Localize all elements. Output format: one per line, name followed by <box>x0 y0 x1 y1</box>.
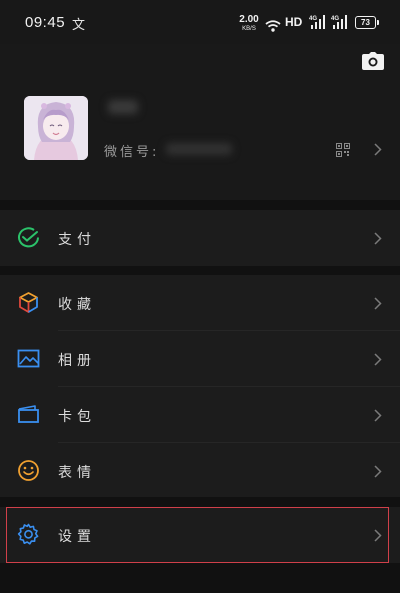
menu-item-pay[interactable]: 支付 <box>0 210 400 266</box>
chevron-right-icon <box>374 409 382 422</box>
camera-icon[interactable] <box>362 52 384 70</box>
hd-voice-indicator: HD <box>285 15 303 29</box>
status-bar: 09:45 文 2.00 KB/S HD 4G 4G 73 <box>0 0 400 44</box>
wechat-id-label: 微信号: <box>104 145 160 160</box>
wechat-id-redacted <box>166 143 232 155</box>
network-speed-unit: KB/S <box>242 26 256 32</box>
chevron-right-icon <box>374 143 382 156</box>
cube-icon <box>17 291 40 314</box>
image-icon <box>17 347 40 370</box>
features-section: 收藏 相册 卡包 表情 <box>0 275 400 497</box>
nickname-redacted <box>108 100 138 114</box>
settings-highlight-box <box>6 507 389 563</box>
signal-icon: 4G <box>309 14 327 34</box>
signal-icon: 4G <box>331 14 349 34</box>
wifi-icon <box>265 17 281 36</box>
signal1-label: 4G <box>309 16 317 22</box>
chevron-right-icon <box>374 297 382 310</box>
qr-code-icon[interactable] <box>336 142 350 157</box>
signal2-label: 4G <box>331 16 339 22</box>
chevron-right-icon <box>374 353 382 366</box>
avatar[interactable] <box>24 96 88 160</box>
menu-item-cards[interactable]: 卡包 <box>0 387 400 443</box>
battery-icon: 73 <box>355 16 379 29</box>
network-speed-value: 2.00 <box>239 14 259 25</box>
menu-item-favorites[interactable]: 收藏 <box>0 275 400 331</box>
chevron-right-icon <box>374 465 382 478</box>
wechat-pay-icon <box>17 226 40 249</box>
notification-app-icon: 文 <box>72 18 86 33</box>
status-time: 09:45 <box>25 14 66 31</box>
menu-item-label: 卡包 <box>58 409 96 425</box>
wallet-icon <box>17 403 40 426</box>
menu-item-stickers[interactable]: 表情 <box>0 443 400 499</box>
menu-item-label: 收藏 <box>58 297 96 313</box>
smile-icon <box>17 459 40 482</box>
menu-item-album[interactable]: 相册 <box>0 331 400 387</box>
menu-item-label: 支付 <box>58 232 96 248</box>
menu-item-label: 相册 <box>58 353 96 369</box>
network-speed: 2.00 KB/S <box>238 14 260 33</box>
menu-item-label: 表情 <box>58 465 96 481</box>
pay-section: 支付 <box>0 210 400 266</box>
chevron-right-icon <box>374 232 382 245</box>
